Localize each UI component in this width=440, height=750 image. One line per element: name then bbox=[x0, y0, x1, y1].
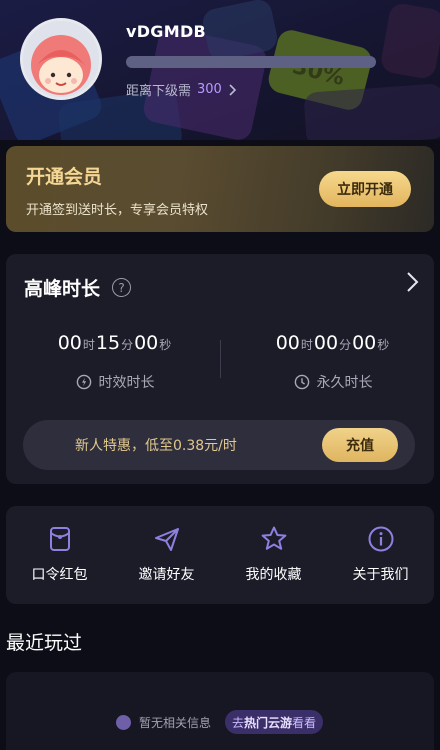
vip-banner[interactable]: 开通会员 开通签到送时长，专享会员特权 立即开通 bbox=[6, 146, 434, 232]
level-progress-bar bbox=[126, 56, 376, 68]
go-hot-highlight: 热门云游 bbox=[244, 715, 293, 730]
vip-subtitle: 开通签到送时长，专享会员特权 bbox=[26, 203, 209, 218]
action-label: 口令红包 bbox=[31, 567, 88, 583]
timed-label-text: 时效时长 bbox=[98, 375, 155, 391]
header-decoration bbox=[303, 83, 440, 140]
go-hot-games-button[interactable]: 去热门云游 看看 bbox=[225, 710, 324, 734]
permanent-seconds: 00 bbox=[352, 332, 377, 354]
permanent-duration-value: 00时00分00秒 bbox=[228, 332, 434, 354]
red-packet-icon bbox=[49, 527, 70, 551]
permanent-label-text: 永久时长 bbox=[316, 375, 373, 391]
recharge-button[interactable]: 充值 bbox=[322, 428, 398, 462]
permanent-minutes: 00 bbox=[313, 332, 339, 354]
unit-minutes: 分 bbox=[339, 338, 352, 352]
timer-divider bbox=[220, 340, 221, 378]
action-favorites[interactable]: 我的收藏 bbox=[220, 506, 327, 604]
peak-time-title: 高峰时长 bbox=[24, 278, 101, 300]
star-icon bbox=[261, 526, 286, 550]
empty-text: 暂无相关信息 bbox=[139, 715, 212, 730]
unit-seconds: 秒 bbox=[159, 338, 172, 352]
action-invite-friends[interactable]: 邀请好友 bbox=[113, 506, 220, 604]
paper-plane-icon bbox=[154, 528, 179, 551]
action-red-packet[interactable]: 口令红包 bbox=[6, 506, 113, 604]
help-icon[interactable]: ? bbox=[112, 278, 131, 297]
next-level-link[interactable]: 距离下级需 300 bbox=[126, 80, 237, 99]
username: vDGMDB bbox=[126, 22, 207, 41]
recent-list: 暂无相关信息 去热门云游 看看 bbox=[6, 672, 434, 750]
sad-face-icon bbox=[116, 714, 131, 730]
unit-hours: 时 bbox=[82, 338, 95, 352]
timed-minutes: 15 bbox=[95, 332, 121, 354]
header-decoration bbox=[379, 1, 440, 81]
action-about-us[interactable]: 关于我们 bbox=[327, 506, 434, 604]
next-level-label: 距离下级需 bbox=[126, 84, 192, 99]
profile-header: 30% vDGMDB 距离下级需 300 bbox=[0, 0, 440, 140]
timed-duration-label: 时效时长 bbox=[10, 372, 220, 392]
timed-hours: 00 bbox=[57, 332, 82, 354]
permanent-duration-label: 永久时长 bbox=[228, 372, 434, 392]
unit-seconds: 秒 bbox=[377, 338, 390, 352]
promo-bar[interactable]: 新人特惠，低至0.38元/时 充值 bbox=[23, 420, 415, 470]
timed-duration-value: 00时15分00秒 bbox=[10, 332, 220, 354]
recent-section-title: 最近玩过 bbox=[6, 632, 83, 654]
vip-title: 开通会员 bbox=[26, 166, 103, 188]
permanent-hours: 00 bbox=[275, 332, 300, 354]
avatar-illustration bbox=[23, 21, 99, 97]
empty-state: 暂无相关信息 去热门云游 看看 bbox=[116, 710, 324, 734]
timed-seconds: 00 bbox=[134, 332, 159, 354]
action-label: 邀请好友 bbox=[138, 567, 195, 583]
clock-icon bbox=[294, 374, 309, 390]
lightning-clock-icon bbox=[76, 374, 91, 390]
avatar[interactable] bbox=[20, 18, 102, 100]
header-decoration bbox=[200, 0, 280, 63]
unit-hours: 时 bbox=[300, 338, 313, 352]
action-label: 关于我们 bbox=[352, 567, 409, 583]
promo-text: 新人特惠，低至0.38元/时 bbox=[75, 438, 237, 454]
info-icon bbox=[368, 526, 393, 552]
action-label: 我的收藏 bbox=[245, 567, 302, 583]
peak-time-card: 高峰时长 ? 00时15分00秒 00时00分00秒 时效时长 永久时长 新人特… bbox=[6, 254, 434, 484]
open-vip-button[interactable]: 立即开通 bbox=[319, 171, 411, 207]
go-hot-suffix: 看看 bbox=[292, 715, 317, 730]
chevron-right-icon[interactable] bbox=[404, 270, 422, 294]
next-level-value: 300 bbox=[197, 82, 222, 97]
chevron-right-icon bbox=[229, 83, 236, 96]
go-hot-prefix: 去 bbox=[232, 715, 245, 730]
unit-minutes: 分 bbox=[121, 338, 134, 352]
quick-actions: 口令红包 邀请好友 我的收藏 关于我们 bbox=[6, 506, 434, 604]
